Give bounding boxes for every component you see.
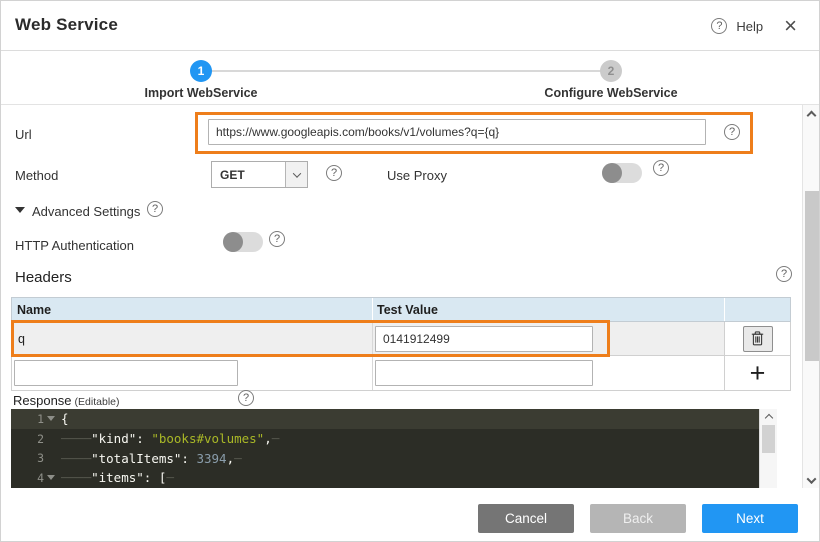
row-actions-cell xyxy=(724,322,790,355)
code-line-2[interactable]: 2 ────"kind": "books#volumes",─ xyxy=(11,429,759,449)
table-row: q xyxy=(11,322,791,356)
editor-scrollbar-thumb[interactable] xyxy=(762,425,775,453)
gutter: 3 xyxy=(11,451,57,465)
use-proxy-toggle[interactable] xyxy=(602,163,642,183)
response-label-row: Response(Editable) xyxy=(13,393,120,408)
help-icon[interactable]: ? xyxy=(711,18,727,34)
gutter: 4 xyxy=(11,471,57,485)
footer: Cancel Back Next xyxy=(1,488,819,542)
line-number: 1 xyxy=(37,412,44,426)
line-number: 3 xyxy=(37,451,44,465)
use-proxy-help-icon[interactable]: ? xyxy=(653,160,669,176)
add-row-button[interactable]: + xyxy=(750,360,766,387)
method-select[interactable]: GET xyxy=(211,161,308,188)
table-header-row: Name Test Value xyxy=(11,297,791,322)
content-scrollbar-thumb[interactable] xyxy=(805,191,819,361)
toggle-knob xyxy=(602,163,622,183)
fold-arrow-icon[interactable] xyxy=(47,475,55,480)
http-auth-help-icon[interactable]: ? xyxy=(269,231,285,247)
web-service-dialog: Web Service ? Help × 1 2 Import WebServi… xyxy=(0,0,820,542)
code-line-4[interactable]: 4 ────"items": [─ xyxy=(11,468,759,488)
step-1-circle[interactable]: 1 xyxy=(190,60,212,82)
test-value-input[interactable] xyxy=(375,326,593,352)
url-highlight-box: ? xyxy=(195,112,753,154)
response-editor: 1{2────"kind": "books#volumes",─3────"to… xyxy=(11,409,777,488)
code-area[interactable]: 1{2────"kind": "books#volumes",─3────"to… xyxy=(11,409,759,488)
caret-down-icon[interactable] xyxy=(15,207,25,213)
new-name-cell xyxy=(12,356,372,390)
wizard-stepper: 1 2 Import WebService Configure WebServi… xyxy=(1,51,819,105)
line-number: 4 xyxy=(37,471,44,485)
toggle-knob xyxy=(223,232,243,252)
close-icon[interactable]: × xyxy=(784,16,797,36)
http-auth-label: HTTP Authentication xyxy=(15,238,134,253)
line-number: 2 xyxy=(37,432,44,446)
code-line-3[interactable]: 3 ────"totalItems": 3394,─ xyxy=(11,448,759,468)
method-selected-value: GET xyxy=(212,168,285,182)
scroll-up-icon[interactable] xyxy=(760,411,777,425)
scroll-down-icon[interactable] xyxy=(803,472,820,488)
code-line-1[interactable]: 1{ xyxy=(11,409,759,429)
url-input[interactable] xyxy=(208,119,706,145)
delete-row-button[interactable] xyxy=(743,326,773,352)
header-name-value: q xyxy=(12,332,25,346)
http-auth-toggle[interactable] xyxy=(223,232,263,252)
headers-table: Name Test Value q xyxy=(11,297,791,391)
trash-icon xyxy=(751,331,764,346)
header-name-cell[interactable]: q xyxy=(12,322,372,355)
column-header-test-value: Test Value xyxy=(372,298,724,321)
chevron-down-icon xyxy=(292,169,300,177)
method-help-icon[interactable]: ? xyxy=(326,165,342,181)
method-dropdown-button[interactable] xyxy=(285,162,307,187)
gutter: 2 xyxy=(11,432,57,446)
headers-help-icon[interactable]: ? xyxy=(776,266,792,282)
url-help-icon[interactable]: ? xyxy=(724,124,740,140)
step-connector-line xyxy=(201,70,611,72)
scroll-up-icon[interactable] xyxy=(803,107,820,123)
next-button[interactable]: Next xyxy=(702,504,798,533)
column-header-name: Name xyxy=(12,298,372,321)
url-label: Url xyxy=(15,127,32,142)
back-button[interactable]: Back xyxy=(590,504,686,533)
content-scrollbar[interactable] xyxy=(802,105,820,488)
new-test-value-cell xyxy=(372,356,724,390)
method-label: Method xyxy=(15,168,58,183)
response-help-icon[interactable]: ? xyxy=(238,390,254,406)
step-1-label: Import WebService xyxy=(111,86,291,100)
title-bar: Web Service ? Help × xyxy=(1,1,819,51)
table-new-row: + xyxy=(11,356,791,391)
new-name-input[interactable] xyxy=(14,360,238,386)
step-2-circle[interactable]: 2 xyxy=(600,60,622,82)
fold-arrow-icon[interactable] xyxy=(47,416,55,421)
editor-scrollbar[interactable] xyxy=(759,409,777,488)
use-proxy-label: Use Proxy xyxy=(387,168,447,183)
code-text: ────"kind": "books#volumes",─ xyxy=(57,431,279,446)
code-text: ────"totalItems": 3394,─ xyxy=(57,451,242,466)
new-test-value-input[interactable] xyxy=(375,360,593,386)
advanced-settings-label[interactable]: Advanced Settings xyxy=(32,204,140,219)
code-text: ────"items": [─ xyxy=(57,470,174,485)
cancel-button[interactable]: Cancel xyxy=(478,504,574,533)
response-label: Response xyxy=(13,393,72,408)
response-editable-label: (Editable) xyxy=(75,396,120,408)
help-link[interactable]: Help xyxy=(736,19,763,34)
advanced-settings-help-icon[interactable]: ? xyxy=(147,201,163,217)
new-row-actions-cell: + xyxy=(724,356,790,390)
page-title: Web Service xyxy=(15,15,118,35)
step-2-label: Configure WebService xyxy=(521,86,701,100)
code-text: { xyxy=(57,411,69,426)
headers-title: Headers xyxy=(15,269,72,286)
header-test-value-cell xyxy=(372,322,724,355)
column-header-actions xyxy=(724,298,790,321)
title-actions: ? Help × xyxy=(711,1,797,51)
gutter: 1 xyxy=(11,412,57,426)
